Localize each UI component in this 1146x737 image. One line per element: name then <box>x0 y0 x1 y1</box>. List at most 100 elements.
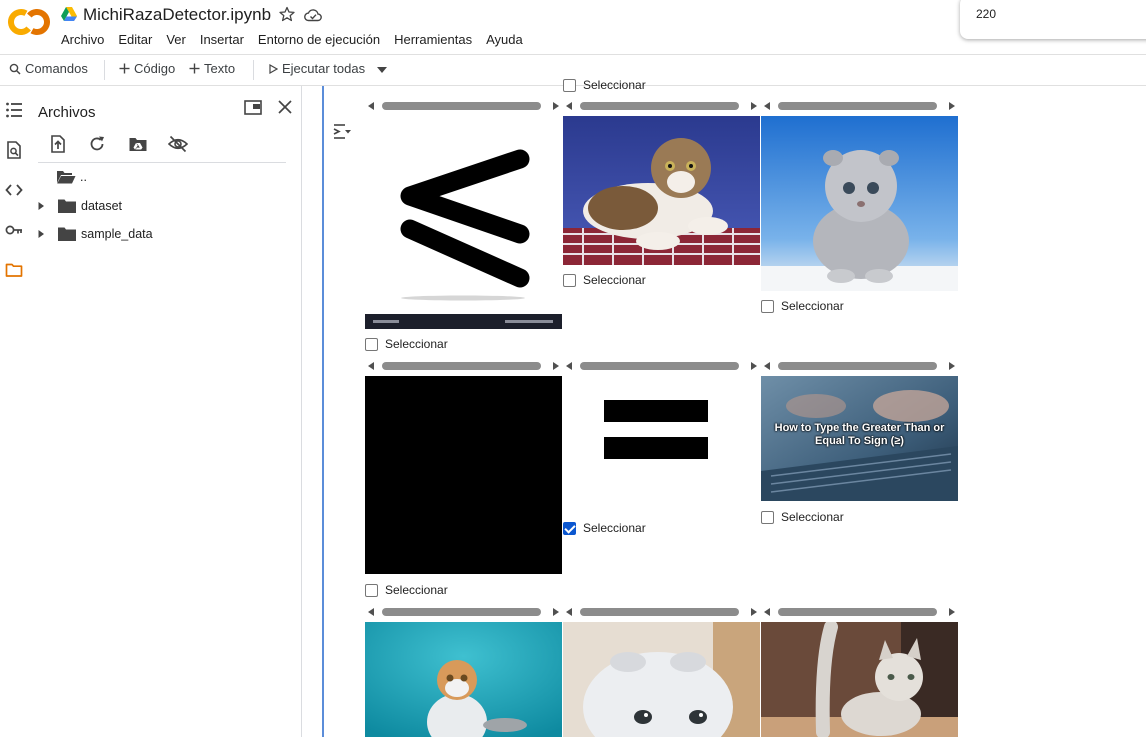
new-window-icon[interactable] <box>244 100 262 115</box>
scroll-thumb[interactable] <box>382 102 541 110</box>
select-checkbox-6[interactable]: Seleccionar <box>761 510 844 524</box>
scroll-thumb[interactable] <box>778 102 937 110</box>
h-scrollbar[interactable] <box>365 361 563 371</box>
checkbox[interactable] <box>365 583 378 597</box>
scroll-right-icon[interactable] <box>553 608 559 616</box>
image-cat-teal <box>365 622 562 737</box>
key-icon[interactable] <box>5 221 23 239</box>
image-less-equal <box>365 116 562 329</box>
h-scrollbar[interactable] <box>761 361 959 371</box>
less-equal-glyph <box>365 149 562 329</box>
scroll-right-icon[interactable] <box>949 362 955 370</box>
scroll-left-icon[interactable] <box>566 608 572 616</box>
scroll-thumb[interactable] <box>580 362 739 370</box>
scroll-right-icon[interactable] <box>751 102 757 110</box>
menu-ver[interactable]: Ver <box>159 32 193 47</box>
cat-photo <box>563 622 760 737</box>
equals-glyph <box>604 400 708 459</box>
h-scrollbar[interactable] <box>563 607 761 617</box>
menu-insertar[interactable]: Insertar <box>193 32 251 47</box>
scroll-left-icon[interactable] <box>764 362 770 370</box>
tree-parent[interactable]: .. <box>56 166 87 188</box>
select-checkbox-1[interactable]: Seleccionar <box>365 337 448 351</box>
select-checkbox-top[interactable]: Seleccionar <box>563 78 646 92</box>
scroll-thumb[interactable] <box>778 362 937 370</box>
notebook-title[interactable]: MichiRazaDetector.ipynb <box>83 5 271 25</box>
h-scrollbar[interactable] <box>563 361 761 371</box>
refresh-icon[interactable] <box>87 134 107 154</box>
h-scrollbar[interactable] <box>365 607 563 617</box>
drive-icon[interactable] <box>61 7 77 21</box>
hide-icon[interactable] <box>168 134 188 154</box>
select-checkbox-3[interactable]: Seleccionar <box>761 299 844 313</box>
scroll-left-icon[interactable] <box>368 102 374 110</box>
scroll-right-icon[interactable] <box>949 102 955 110</box>
code-label: Código <box>134 61 176 76</box>
checkbox[interactable] <box>563 78 576 92</box>
output-actions-icon[interactable] <box>333 122 351 140</box>
add-text-button[interactable]: Texto <box>189 61 235 76</box>
menu-entorno[interactable]: Entorno de ejecución <box>251 32 387 47</box>
menu-archivo[interactable]: Archivo <box>61 32 111 47</box>
scroll-left-icon[interactable] <box>764 102 770 110</box>
chevron-right-icon[interactable] <box>37 230 45 238</box>
scroll-right-icon[interactable] <box>949 608 955 616</box>
image-cat-grey-kitten <box>761 116 958 291</box>
cat-photo <box>365 622 562 737</box>
files-divider <box>38 162 286 163</box>
checkbox[interactable] <box>365 337 378 351</box>
h-scrollbar[interactable] <box>761 607 959 617</box>
scroll-right-icon[interactable] <box>553 102 559 110</box>
close-icon[interactable] <box>278 100 292 114</box>
select-checkbox-4[interactable]: Seleccionar <box>365 583 448 597</box>
h-scrollbar[interactable] <box>563 101 761 111</box>
run-all-button[interactable]: Ejecutar todas <box>268 61 365 76</box>
select-checkbox-5[interactable]: Seleccionar <box>563 521 646 535</box>
scroll-thumb[interactable] <box>580 102 739 110</box>
scroll-left-icon[interactable] <box>368 362 374 370</box>
tree-item-dataset[interactable]: dataset <box>28 195 122 217</box>
find-icon[interactable] <box>5 141 23 159</box>
popup-value: 220 <box>976 7 997 21</box>
menu-ayuda[interactable]: Ayuda <box>479 32 530 47</box>
scroll-thumb[interactable] <box>580 608 739 616</box>
dropdown-icon[interactable] <box>377 67 387 73</box>
scroll-right-icon[interactable] <box>751 608 757 616</box>
checkbox-checked[interactable] <box>563 521 576 535</box>
commands-button[interactable]: Comandos <box>9 61 88 76</box>
left-rail <box>0 86 28 737</box>
h-scrollbar[interactable] <box>761 101 959 111</box>
image-cat-tabby <box>563 116 760 265</box>
star-icon[interactable] <box>279 6 295 22</box>
scroll-left-icon[interactable] <box>566 362 572 370</box>
scroll-thumb[interactable] <box>382 608 541 616</box>
cell-focus-bar <box>322 86 324 737</box>
cloud-icon[interactable] <box>304 8 322 22</box>
scroll-left-icon[interactable] <box>764 608 770 616</box>
run-all-label: Ejecutar todas <box>282 61 366 76</box>
scroll-right-icon[interactable] <box>751 362 757 370</box>
cat-photo <box>563 116 760 265</box>
checkbox[interactable] <box>563 273 576 287</box>
upload-icon[interactable] <box>48 134 68 154</box>
h-scrollbar[interactable] <box>365 101 563 111</box>
drive-mount-icon[interactable] <box>128 134 148 154</box>
colab-logo-icon[interactable] <box>8 6 50 38</box>
scroll-left-icon[interactable] <box>368 608 374 616</box>
scroll-thumb[interactable] <box>382 362 541 370</box>
checkbox[interactable] <box>761 510 774 524</box>
folder-icon[interactable] <box>5 261 23 279</box>
tree-item-sample-data[interactable]: sample_data <box>28 223 153 245</box>
scroll-left-icon[interactable] <box>566 102 572 110</box>
add-code-button[interactable]: Código <box>119 61 175 76</box>
toc-icon[interactable] <box>5 101 23 119</box>
menu-editar[interactable]: Editar <box>111 32 159 47</box>
checkbox[interactable] <box>761 299 774 313</box>
chevron-right-icon[interactable] <box>37 202 45 210</box>
code-icon[interactable] <box>5 181 23 199</box>
image-watermark-text: How to Type the Greater Than or Equal To… <box>774 422 945 447</box>
menu-herramientas[interactable]: Herramientas <box>387 32 479 47</box>
scroll-right-icon[interactable] <box>553 362 559 370</box>
scroll-thumb[interactable] <box>778 608 937 616</box>
select-checkbox-2[interactable]: Seleccionar <box>563 273 646 287</box>
